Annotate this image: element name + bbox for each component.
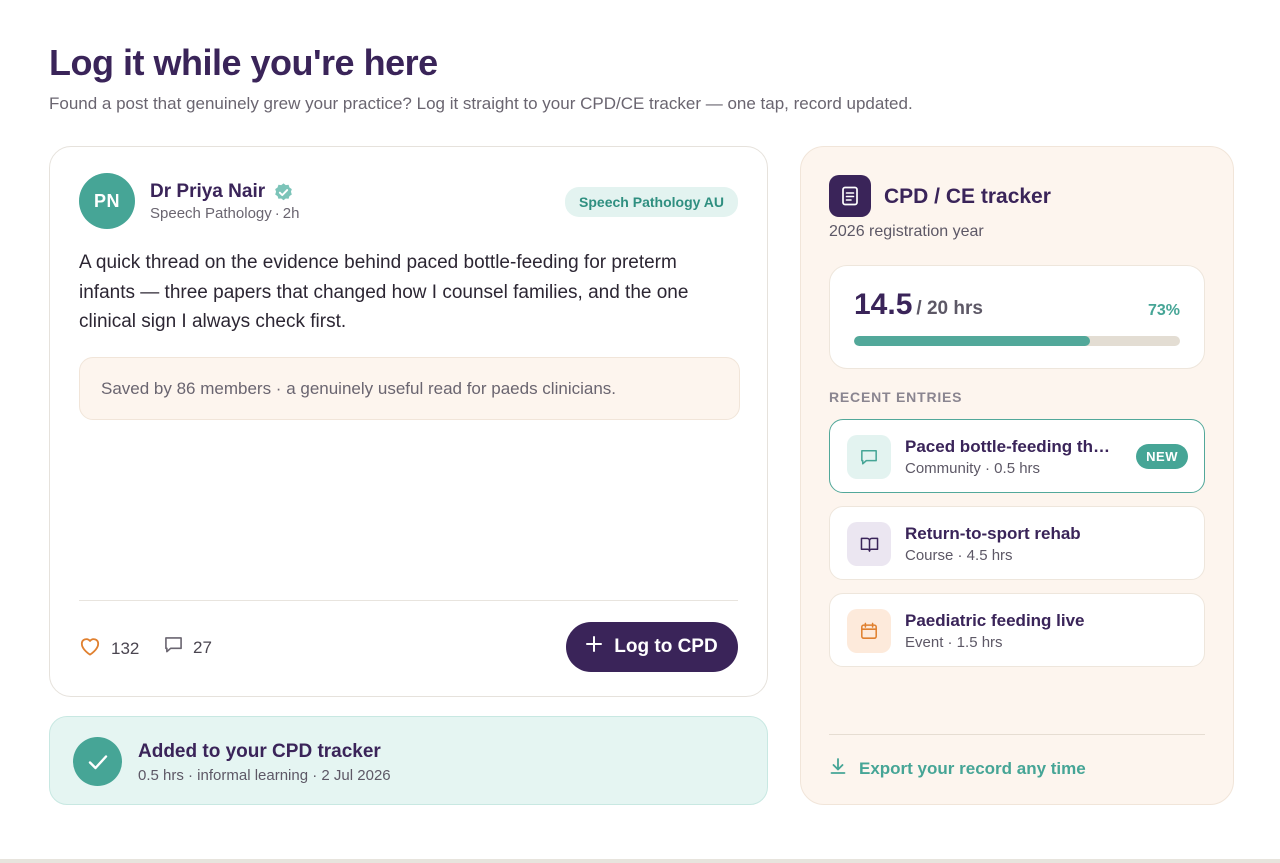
added-confirmation-banner: Added to your CPD tracker 0.5 hrs · info… <box>49 716 768 805</box>
calendar-icon <box>847 609 891 653</box>
hours-total: / 20 hrs <box>916 298 983 319</box>
post-body: A quick thread on the evidence behind pa… <box>79 252 689 332</box>
entry-title: Return-to-sport rehab <box>905 524 1081 543</box>
download-icon <box>829 757 847 780</box>
page-title: Log it while you're here <box>49 42 438 83</box>
added-meta: 0.5 hrs · informal learning · 2 Jul 2026 <box>138 767 391 784</box>
verified-badge-icon <box>273 182 294 203</box>
page-header: Log it while you're here Found a post th… <box>49 42 913 114</box>
plus-icon <box>586 636 603 658</box>
entry-item[interactable]: Paced bottle-feeding th… Community · 0.5… <box>829 419 1205 493</box>
post-time: 2h <box>282 205 300 222</box>
progress-card: 14.5 / 20 hrs 73% <box>829 265 1205 369</box>
progress-bar-fill <box>854 336 1091 346</box>
export-record-link[interactable]: Export your record any time <box>829 757 1086 780</box>
book-icon <box>847 522 891 566</box>
progress-percent: 73% <box>1147 302 1180 319</box>
added-title: Added to your CPD tracker <box>138 741 381 762</box>
avatar[interactable]: PN <box>79 173 135 229</box>
hours-logged: 14.5 <box>854 288 913 321</box>
new-badge: NEW <box>1136 444 1188 469</box>
log-to-cpd-button[interactable]: Log to CPD <box>566 622 738 672</box>
post-divider <box>79 600 738 601</box>
entry-meta: Event · 1.5 hrs <box>905 634 1003 651</box>
progress-bar <box>854 336 1180 346</box>
entry-title: Paced bottle-feeding th… <box>905 437 1110 456</box>
log-to-cpd-label: Log to CPD <box>614 636 718 657</box>
entry-title: Paediatric feeding live <box>905 611 1085 630</box>
like-count: 132 <box>111 638 140 658</box>
cpd-tracker-panel: CPD / CE tracker 2026 registration year … <box>800 146 1234 805</box>
tracker-divider <box>829 734 1205 735</box>
entry-meta: Community · 0.5 hrs <box>905 460 1041 477</box>
progress-value: 14.5 / 20 hrs <box>854 288 983 322</box>
like-button[interactable]: 132 <box>79 636 139 661</box>
check-icon <box>73 737 122 786</box>
heart-icon <box>79 636 101 661</box>
author-name-row: Dr Priya Nair <box>150 181 294 203</box>
export-label: Export your record any time <box>859 758 1086 778</box>
post-card: PN Dr Priya Nair Speech Pathology · 2h Spe… <box>49 146 768 697</box>
bottom-strip <box>0 859 1280 863</box>
author-meta: Speech Pathology · 2h <box>150 205 300 222</box>
entry-item[interactable]: Return-to-sport rehab Course · 4.5 hrs <box>829 506 1205 580</box>
comment-icon <box>164 636 183 659</box>
page-subtitle: Found a post that genuinely grew your pr… <box>49 94 913 113</box>
comment-icon <box>847 435 891 479</box>
saved-note-text: Saved by 86 members · a genuinely useful… <box>101 378 617 398</box>
document-icon <box>829 175 871 217</box>
comment-count: 27 <box>193 637 212 657</box>
entry-item[interactable]: Paediatric feeding live Event · 1.5 hrs <box>829 593 1205 667</box>
tracker-title: CPD / CE tracker <box>884 185 1051 208</box>
recent-entries-label: RECENT ENTRIES <box>829 389 963 405</box>
author-role: Speech Pathology <box>150 205 272 222</box>
saved-note: Saved by 86 members · a genuinely useful… <box>79 357 740 420</box>
comment-button[interactable]: 27 <box>164 636 212 659</box>
author-name[interactable]: Dr Priya Nair <box>150 181 265 203</box>
community-tag[interactable]: Speech Pathology AU <box>565 187 738 217</box>
tracker-year: 2026 registration year <box>829 223 984 240</box>
entry-meta: Course · 4.5 hrs <box>905 547 1013 564</box>
